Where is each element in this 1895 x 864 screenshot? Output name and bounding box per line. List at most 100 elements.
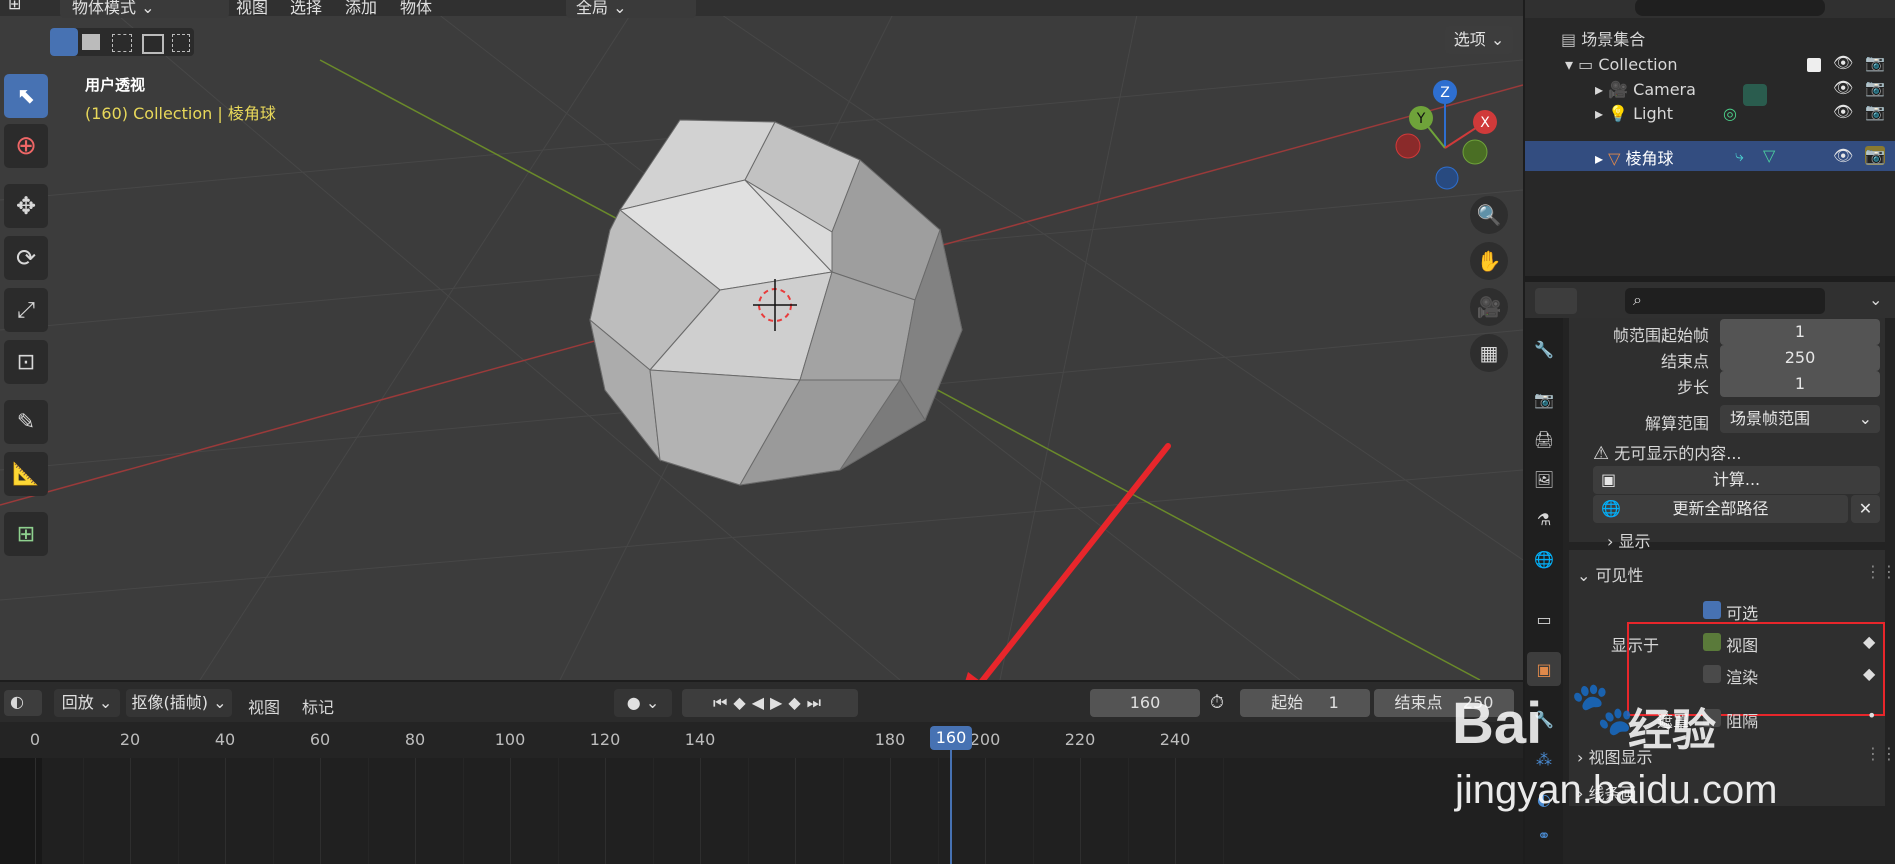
outliner-row-light[interactable]: ▸ 💡 Light <box>1595 104 1673 134</box>
update-paths-button[interactable]: 🌐 更新全部路径 <box>1593 495 1848 523</box>
frame-start-field[interactable]: 1 <box>1720 319 1880 345</box>
ruler-gridline <box>1080 758 1081 864</box>
transform-tool[interactable]: ⊡ <box>4 340 48 384</box>
select-invert-button[interactable] <box>142 34 164 54</box>
viewport-display-header[interactable]: › 视图显示 <box>1577 744 1653 768</box>
editor-type-icon[interactable]: ⊞ <box>8 0 21 13</box>
next-keyframe-icon[interactable]: ◆ <box>788 693 806 712</box>
output-tab[interactable]: 🖨 <box>1527 422 1561 456</box>
camera-data-icon[interactable] <box>1743 84 1767 106</box>
add-cube-tool[interactable]: ⊞ <box>4 512 48 556</box>
mesh-data-icon[interactable]: ▽ <box>1763 146 1775 165</box>
outliner-search[interactable] <box>1635 0 1825 16</box>
calc-range-dropdown[interactable]: 场景帧范围 ⌄ <box>1720 405 1880 433</box>
display-subpanel[interactable]: › 显示 <box>1607 528 1651 552</box>
outliner-root[interactable]: ▤ 场景集合 <box>1561 26 1645 56</box>
playhead-frame-badge[interactable]: 160 <box>930 726 972 750</box>
current-frame-field[interactable]: 160 <box>1090 689 1200 717</box>
modifier-icon[interactable]: ⤷ <box>1735 146 1744 166</box>
prev-keyframe-icon[interactable]: ◆ <box>733 693 751 712</box>
world-tab[interactable]: 🌐 <box>1527 542 1561 576</box>
calculate-button[interactable]: ▣ 计算... <box>1593 466 1880 494</box>
collection-tab[interactable]: ▭ <box>1527 602 1561 636</box>
camera-view-button[interactable]: 🎥 <box>1470 288 1508 326</box>
menu-view[interactable]: 视图 <box>236 0 268 18</box>
frame-end-field[interactable]: 250 <box>1720 345 1880 371</box>
view-layer-tab[interactable]: 🖼 <box>1527 462 1561 496</box>
editor-type-button[interactable] <box>1535 288 1577 314</box>
select-extend-button[interactable] <box>82 34 100 50</box>
transform-orientation[interactable]: 全局 ⌄ <box>566 0 696 18</box>
collection-exclude-checkbox[interactable] <box>1807 58 1821 72</box>
playback-menu[interactable]: 回放 ⌄ <box>54 689 120 717</box>
playback-controls: ⏮◆◀▶◆⏭ <box>682 689 858 717</box>
select-new-button[interactable] <box>50 28 78 56</box>
drag-handle-icon[interactable]: ⋮⋮ <box>1865 562 1895 581</box>
calculate-icon: ▣ <box>1601 470 1617 489</box>
keying-menu[interactable]: 抠像(插帧) ⌄ <box>126 689 232 717</box>
jump-end-icon[interactable]: ⏭ <box>807 693 827 712</box>
render-camera-icon[interactable]: 📷 <box>1865 146 1885 165</box>
scene-tab[interactable]: ⚗ <box>1527 502 1561 536</box>
light-object-icon: 💡 <box>1608 104 1629 123</box>
holdout-checkbox[interactable] <box>1703 709 1721 727</box>
annotate-tool[interactable]: ✎ <box>4 400 48 444</box>
holdout-row[interactable]: 阻隔 <box>1703 708 1758 732</box>
menu-select[interactable]: 选择 <box>290 0 322 18</box>
marker-menu[interactable]: 标记 <box>302 694 334 718</box>
properties-search[interactable]: ⌕ <box>1625 288 1825 314</box>
eye-icon[interactable]: 👁 <box>1833 146 1853 165</box>
start-frame-field[interactable]: 起始 1 <box>1240 689 1370 717</box>
eye-icon[interactable]: 👁 <box>1833 78 1853 97</box>
play-reverse-icon[interactable]: ◀ <box>752 693 770 712</box>
chevron-right-icon: › <box>1607 532 1614 551</box>
outliner-row-icosphere[interactable]: ▸ ▽ 棱角球 <box>1595 145 1674 175</box>
menu-add[interactable]: 添加 <box>345 0 377 18</box>
move-tool[interactable]: ✥ <box>4 184 48 228</box>
render-camera-icon[interactable]: 📷 <box>1865 102 1885 121</box>
ruler-label: 140 <box>684 730 716 749</box>
end-frame-field[interactable]: 结束点 250 <box>1374 689 1514 717</box>
auto-keying-toggle[interactable]: ● ⌄ <box>614 689 672 717</box>
timeline-editor-type[interactable]: ◐ <box>4 690 42 716</box>
play-icon[interactable]: ▶ <box>770 693 788 712</box>
menu-object[interactable]: 物体 <box>400 0 432 18</box>
drag-handle-icon[interactable]: ⋮⋮ <box>1865 744 1895 763</box>
object-tab[interactable]: ▣ <box>1527 652 1561 686</box>
visibility-header[interactable]: ⌄ 可见性 <box>1577 562 1644 586</box>
render-camera-icon[interactable]: 📷 <box>1865 53 1885 72</box>
frame-step-field[interactable]: 1 <box>1720 371 1880 397</box>
timeline-view-menu[interactable]: 视图 <box>248 694 280 718</box>
stopwatch-icon[interactable]: ⏱ <box>1210 692 1224 713</box>
light-data-icon[interactable]: ◎ <box>1723 104 1737 123</box>
select-intersect-button[interactable] <box>172 34 190 52</box>
jump-start-icon[interactable]: ⏮ <box>713 693 733 712</box>
dot-icon[interactable]: • <box>1867 706 1876 725</box>
navigation-gizmo[interactable]: Z Y X <box>1385 72 1515 202</box>
render-camera-icon[interactable]: 📷 <box>1865 78 1885 97</box>
pan-button[interactable]: ✋ <box>1470 242 1508 280</box>
render-tab[interactable]: 📷 <box>1527 382 1561 416</box>
select-box-tool[interactable]: ⬉ <box>4 74 48 118</box>
selectable-row[interactable]: 可选 <box>1703 600 1758 624</box>
measure-tool[interactable]: 📐 <box>4 452 48 496</box>
eye-icon[interactable]: 👁 <box>1833 53 1853 72</box>
constraints-tab[interactable]: ⚭ <box>1527 818 1561 852</box>
eye-icon[interactable]: 👁 <box>1833 102 1853 121</box>
modifier-tab[interactable]: 🔧 <box>1527 702 1561 736</box>
chevron-down-icon[interactable]: ⌄ <box>1869 290 1882 309</box>
3d-viewport[interactable]: ⊞ 物体模式 ⌄ 视图 选择 添加 物体 全局 ⌄ 选项 ⌄ ⬉ ⊕ ✥ ⟳ ⤢… <box>0 0 1523 680</box>
select-subtract-button[interactable] <box>112 34 132 52</box>
rotate-tool[interactable]: ⟳ <box>4 236 48 280</box>
zoom-button[interactable]: 🔍 <box>1470 196 1508 234</box>
selectable-checkbox[interactable] <box>1703 601 1721 619</box>
tool-tab[interactable]: 🔧 <box>1527 332 1561 366</box>
options-dropdown[interactable]: 选项 ⌄ <box>1445 26 1513 54</box>
scale-tool[interactable]: ⤢ <box>4 288 48 332</box>
mode-selector[interactable]: 物体模式 ⌄ <box>60 0 229 18</box>
playhead-line[interactable] <box>950 740 952 864</box>
hand-icon: ✋ <box>1476 249 1502 273</box>
ortho-toggle-button[interactable]: ▦ <box>1470 334 1508 372</box>
clear-paths-button[interactable]: ✕ <box>1851 495 1880 523</box>
cursor-tool[interactable]: ⊕ <box>4 124 48 168</box>
